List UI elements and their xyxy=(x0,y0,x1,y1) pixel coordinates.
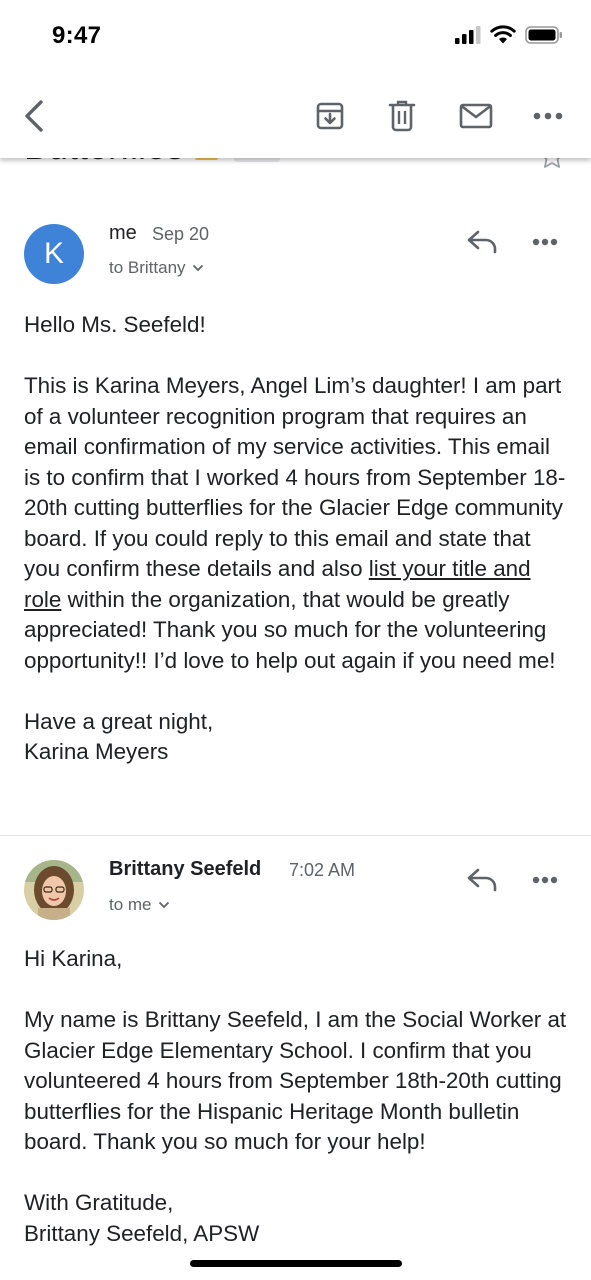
closing: With Gratitude, xyxy=(24,1190,174,1215)
status-time: 9:47 xyxy=(52,22,102,49)
status-icons xyxy=(455,25,563,44)
more-horizontal-icon xyxy=(533,112,563,120)
archive-icon xyxy=(316,102,344,130)
reply-button[interactable] xyxy=(466,228,498,256)
more-horizontal-icon xyxy=(532,238,558,246)
home-indicator[interactable] xyxy=(190,1260,402,1267)
message-paragraph: My name is Brittany Seefeld, I am the So… xyxy=(24,1007,567,1154)
reply-icon xyxy=(467,230,497,254)
chevron-down-icon xyxy=(158,901,169,909)
signal-icon xyxy=(455,25,481,44)
back-arrow-icon xyxy=(25,100,43,132)
greeting: Hi Karina, xyxy=(24,946,123,971)
reply-button[interactable] xyxy=(466,866,498,894)
avatar[interactable] xyxy=(24,860,84,920)
message-more-button[interactable] xyxy=(532,871,564,887)
delete-button[interactable] xyxy=(380,94,424,138)
trash-icon xyxy=(388,100,416,132)
avatar[interactable]: K xyxy=(24,224,84,284)
reply-icon xyxy=(467,868,497,892)
recipient-text: to Brittany xyxy=(109,258,186,277)
toolbar xyxy=(0,76,591,158)
closing: Have a great night, xyxy=(24,708,214,734)
chevron-down-icon xyxy=(192,264,203,272)
sender-name: me xyxy=(109,222,137,244)
mail-icon xyxy=(459,103,493,129)
message-paragraph: This is Karina Meyers, Angel Lim’s daugh… xyxy=(24,373,566,673)
archive-button[interactable] xyxy=(308,94,352,138)
message-date: 7:02 AM xyxy=(289,860,356,880)
recipient-toggle[interactable]: to me xyxy=(109,895,170,915)
recipient-text: to me xyxy=(109,895,152,914)
signature: Brittany Seefeld, APSW xyxy=(24,1220,260,1246)
more-options-button[interactable] xyxy=(526,94,570,138)
back-button[interactable] xyxy=(12,94,56,138)
message-date: Sep 20 xyxy=(152,224,210,244)
signature: Karina Meyers xyxy=(24,739,169,764)
message-divider xyxy=(0,835,591,836)
recipient-toggle[interactable]: to Brittany xyxy=(109,258,204,278)
mark-unread-button[interactable] xyxy=(454,94,498,138)
message-more-button[interactable] xyxy=(532,233,564,249)
wifi-icon xyxy=(490,25,516,44)
more-horizontal-icon xyxy=(532,876,558,884)
status-bar: 9:47 xyxy=(0,0,591,76)
greeting: Hello Ms. Seefeld! xyxy=(24,312,206,337)
sender-name: Brittany Seefeld xyxy=(109,858,262,880)
profile-photo-icon xyxy=(24,860,84,920)
message-body: Hello Ms. Seefeld! This is Karina Meyers… xyxy=(24,310,569,768)
message-body: Hi Karina, My name is Brittany Seefeld, … xyxy=(24,944,569,1249)
battery-icon xyxy=(525,25,562,44)
